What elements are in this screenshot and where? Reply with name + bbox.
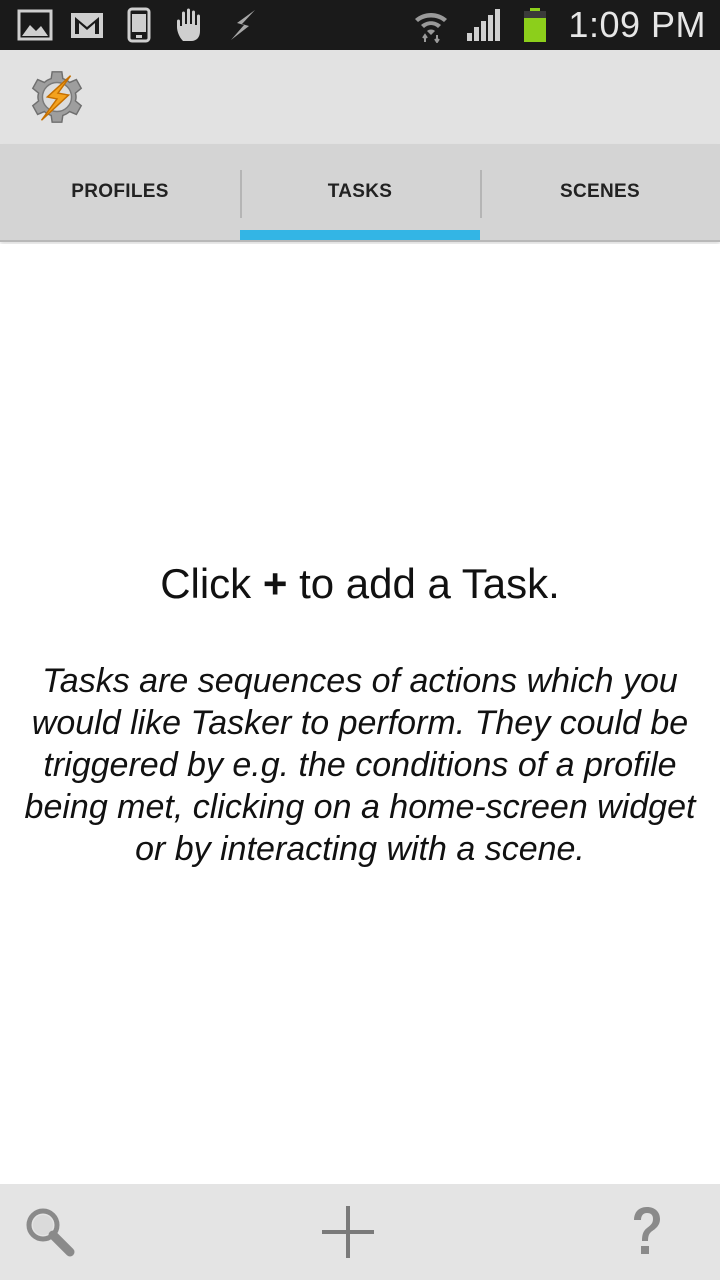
help-button[interactable] xyxy=(616,1202,676,1262)
empty-state-hint: Click + to add a Task. xyxy=(0,560,720,608)
signal-icon xyxy=(464,6,502,44)
empty-state-description: Tasks are sequences of actions which you… xyxy=(24,662,696,868)
tab-bar: PROFILES TASKS SCENES xyxy=(0,144,720,242)
status-time: 1:09 PM xyxy=(568,4,706,45)
battery-icon xyxy=(516,6,554,44)
tab-profiles[interactable]: PROFILES xyxy=(0,144,240,240)
app-header xyxy=(0,50,720,144)
add-task-button[interactable] xyxy=(318,1202,378,1262)
task-list-empty-state: Click + to add a Task. Tasks are sequenc… xyxy=(0,244,720,1184)
hint-plus: + xyxy=(262,560,288,607)
tasker-logo-icon[interactable] xyxy=(26,66,88,128)
flash-icon xyxy=(224,6,262,44)
hand-icon xyxy=(172,6,210,44)
search-icon xyxy=(26,1208,75,1257)
add-icon xyxy=(322,1206,374,1258)
tab-tasks[interactable]: TASKS xyxy=(240,144,480,240)
gmail-icon xyxy=(68,6,106,44)
phone-icon xyxy=(120,6,158,44)
status-bar-notifications xyxy=(16,6,262,44)
hint-prefix: Click xyxy=(160,560,252,607)
hint-suffix: to add a Task. xyxy=(299,560,560,607)
tab-scenes[interactable]: SCENES xyxy=(480,144,720,240)
bottom-action-bar xyxy=(0,1184,720,1280)
status-bar-system: 1:09 PM xyxy=(412,4,706,46)
wifi-icon xyxy=(412,6,450,44)
image-icon xyxy=(16,6,54,44)
search-button[interactable] xyxy=(20,1202,80,1262)
status-bar: 1:09 PM xyxy=(0,0,720,50)
help-icon xyxy=(634,1207,660,1254)
